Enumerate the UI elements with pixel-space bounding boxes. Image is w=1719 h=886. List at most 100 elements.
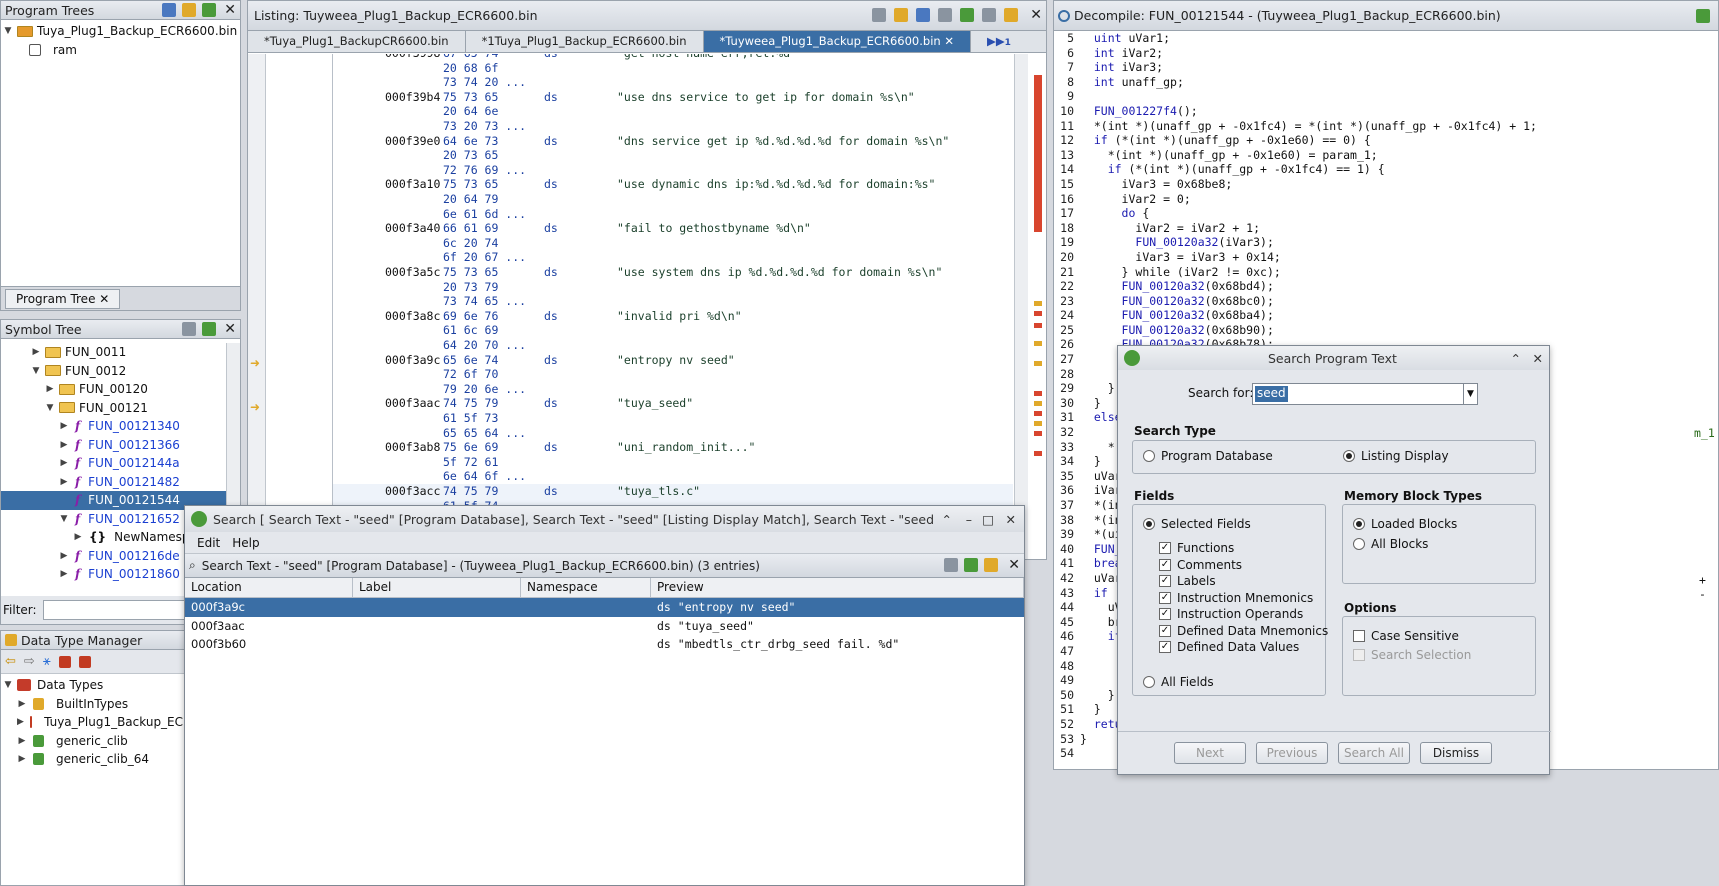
code-line[interactable]: 20 iVar3 = iVar3 + 0x14; bbox=[1054, 250, 1714, 265]
column-namespace[interactable]: Namespace bbox=[521, 578, 651, 597]
listing-row[interactable]: 000f3aac 74 75 79 61 5f 73 65 65 64 ... ds "t… bbox=[333, 396, 1013, 440]
listing-row[interactable]: 000f39b4 75 73 65 20 64 6e 73 20 73 ... ds "u… bbox=[333, 90, 1013, 134]
maximize-icon[interactable]: □ bbox=[982, 512, 994, 527]
checkbox-field[interactable]: ✓ Labels bbox=[1159, 574, 1216, 588]
forward-arrow-icon[interactable]: ⇨ bbox=[24, 654, 35, 669]
cursor-icon[interactable] bbox=[916, 8, 930, 22]
checkbox-field[interactable]: ✓ Functions bbox=[1159, 541, 1234, 555]
snapshot-icon[interactable] bbox=[982, 8, 996, 22]
code-line[interactable]: 11 *(int *)(unaff_gp + -0x1fc4) = *(int … bbox=[1054, 119, 1714, 134]
radio-all-fields[interactable]: All Fields bbox=[1143, 675, 1214, 689]
collapse-icon[interactable]: ▼ bbox=[3, 680, 13, 690]
column-preview[interactable]: Preview bbox=[651, 578, 1024, 597]
expand-icon[interactable]: ▶ bbox=[31, 347, 41, 357]
listing-row[interactable]: 000f3a10 75 73 65 20 64 79 6e 61 6d ... ds "u… bbox=[333, 177, 1013, 221]
previous-button[interactable]: Previous bbox=[1256, 742, 1328, 764]
code-line[interactable]: 24 FUN_00120a32(0x68ba4); bbox=[1054, 308, 1714, 323]
code-line[interactable]: 15 iVar3 = 0x68be8; bbox=[1054, 177, 1714, 192]
change-marker[interactable] bbox=[1034, 401, 1042, 406]
copy-icon[interactable] bbox=[872, 8, 886, 22]
dropdown-icon[interactable] bbox=[1004, 8, 1018, 22]
search-all-button[interactable]: Search All bbox=[1338, 742, 1410, 764]
expand-icon[interactable]: ▶ bbox=[59, 569, 69, 579]
chevron-down-icon[interactable]: ▼ bbox=[1463, 384, 1477, 404]
symbol-tree-item[interactable]: ▶ FUN_0011 bbox=[1, 343, 227, 362]
collapse-icon[interactable]: ▼ bbox=[45, 403, 55, 413]
scrollbar[interactable] bbox=[1014, 54, 1028, 559]
paste-icon[interactable] bbox=[894, 8, 908, 22]
listing-row[interactable]: 000f3ab8 75 6e 69 5f 72 61 6e 64 6f ... ds "u… bbox=[333, 440, 1013, 484]
expand-icon[interactable]: ▶ bbox=[73, 532, 83, 542]
close-icon[interactable]: ✕ bbox=[224, 2, 236, 18]
column-label[interactable]: Label bbox=[353, 578, 521, 597]
code-line[interactable]: 13 *(int *)(unaff_gp + -0x1e60) = param_… bbox=[1054, 148, 1714, 163]
code-line[interactable]: 22 FUN_00120a32(0x68bd4); bbox=[1054, 279, 1714, 294]
new-tree-icon[interactable] bbox=[162, 3, 176, 17]
symbol-tree-item[interactable]: ▶ f FUN_00121366 bbox=[1, 436, 227, 455]
tab-listing-2[interactable]: *1Tuya_Plug1_Backup_ECR6600.bin bbox=[466, 31, 704, 52]
collapse-icon[interactable]: ▼ bbox=[59, 514, 69, 524]
change-marker[interactable] bbox=[1034, 301, 1042, 306]
listing-row[interactable]: 000f399867 65 7420 68 6f73 74 20 ... ds "g… bbox=[333, 54, 1013, 90]
collapse-icon[interactable]: ▼ bbox=[3, 26, 13, 36]
back-arrow-icon[interactable]: ⇦ bbox=[5, 654, 16, 669]
code-line[interactable]: 6 int iVar2; bbox=[1054, 46, 1714, 61]
next-button[interactable]: Next bbox=[1174, 742, 1246, 764]
tab-listing-1[interactable]: *Tuya_Plug1_BackupCR6600.bin bbox=[248, 31, 466, 52]
listing-row[interactable]: 000f3a8c 69 6e 76 61 6c 69 64 20 70 ... ds "i… bbox=[333, 309, 1013, 353]
table-row[interactable]: 000f3a9c ds "entropy nv seed" bbox=[185, 598, 1024, 617]
change-marker[interactable] bbox=[1034, 311, 1042, 316]
checkbox-case-sensitive[interactable]: Case Sensitive bbox=[1353, 629, 1459, 643]
code-line[interactable]: 18 iVar2 = iVar2 + 1; bbox=[1054, 221, 1714, 236]
radio-loaded-blocks[interactable]: Loaded Blocks bbox=[1353, 517, 1457, 531]
table-row[interactable]: 000f3aac ds "tuya_seed" bbox=[185, 617, 1024, 636]
collapse-icon[interactable]: ▼ bbox=[31, 366, 41, 376]
radio-all-blocks[interactable]: All Blocks bbox=[1353, 537, 1428, 551]
listing-row[interactable]: 000f3a5c 75 73 65 20 73 79 73 74 65 ... ds "u… bbox=[333, 265, 1013, 309]
change-marker[interactable] bbox=[1034, 341, 1042, 346]
filter-arrays-icon[interactable] bbox=[78, 655, 91, 668]
checkbox-field[interactable]: ✓ Defined Data Values bbox=[1159, 640, 1299, 654]
close-icon[interactable]: ✕ bbox=[1008, 557, 1020, 573]
listing-row[interactable]: 000f39e0 64 6e 73 20 73 65 72 76 69 ... ds "d… bbox=[333, 134, 1013, 178]
close-icon[interactable]: ✕ bbox=[1030, 7, 1042, 23]
code-line[interactable]: 23 FUN_00120a32(0x68bc0); bbox=[1054, 294, 1714, 309]
code-line[interactable]: 10 FUN_001227f4(); bbox=[1054, 104, 1714, 119]
symbol-tree-item[interactable]: ▼ FUN_00121 bbox=[1, 399, 227, 418]
change-marker[interactable] bbox=[1034, 451, 1042, 456]
change-marker[interactable] bbox=[1034, 361, 1042, 366]
checkbox-field[interactable]: ✓ Instruction Operands bbox=[1159, 607, 1303, 621]
tab-listing-3[interactable]: *Tuyweea_Plug1_Backup_ECR6600.bin ✕ bbox=[703, 31, 971, 52]
code-line[interactable]: 21 } while (iVar2 != 0xc); bbox=[1054, 265, 1714, 280]
refresh-icon[interactable] bbox=[202, 322, 216, 336]
change-marker[interactable] bbox=[1034, 411, 1042, 416]
code-line[interactable]: 8 int unaff_gp; bbox=[1054, 75, 1714, 90]
edit-fields-icon[interactable] bbox=[960, 8, 974, 22]
code-line[interactable]: 14 if (*(int *)(unaff_gp + -0x1fc4) == 1… bbox=[1054, 162, 1714, 177]
radio-program-database[interactable]: Program Database bbox=[1143, 449, 1273, 463]
change-marker[interactable] bbox=[1034, 226, 1042, 232]
layout-icon[interactable] bbox=[938, 8, 952, 22]
expand-icon[interactable]: ▶ bbox=[59, 421, 69, 431]
radio-listing-display[interactable]: Listing Display bbox=[1343, 449, 1449, 463]
code-line[interactable]: 5 uint uVar1; bbox=[1054, 31, 1714, 46]
symbol-tree-item[interactable]: ▶ f FUN_00121482 bbox=[1, 473, 227, 492]
change-marker[interactable] bbox=[1034, 431, 1042, 436]
dtm-item[interactable]: ▶ generic_clib_64 bbox=[1, 750, 199, 769]
checkbox-field[interactable]: ✓ Comments bbox=[1159, 558, 1242, 572]
chevron-up-icon[interactable]: ⌃ bbox=[942, 512, 952, 527]
change-marker[interactable] bbox=[1034, 421, 1042, 426]
symbol-tree-item[interactable]: ▶ FUN_00120 bbox=[1, 380, 227, 399]
code-line[interactable]: 12 if (*(int *)(unaff_gp + -0x1e60) == 0… bbox=[1054, 133, 1714, 148]
data-types-root[interactable]: ▼ Data Types bbox=[1, 676, 199, 695]
search-for-combo[interactable]: seed ▼ bbox=[1252, 383, 1478, 405]
symbol-tree-item[interactable]: ▶ f FUN_0012144a bbox=[1, 454, 227, 473]
tab-overflow[interactable]: ▶▶1 bbox=[971, 31, 1027, 52]
code-line[interactable]: 25 FUN_00120a32(0x68b90); bbox=[1054, 323, 1714, 338]
stack-icon[interactable] bbox=[182, 322, 196, 336]
expand-icon[interactable]: ▶ bbox=[59, 477, 69, 487]
dtm-item[interactable]: ▶ BuiltInTypes bbox=[1, 695, 199, 714]
expand-icon[interactable]: ▶ bbox=[45, 384, 55, 394]
tab-program-tree[interactable]: Program Tree ✕ bbox=[5, 289, 121, 309]
code-line[interactable]: 7 int iVar3; bbox=[1054, 60, 1714, 75]
